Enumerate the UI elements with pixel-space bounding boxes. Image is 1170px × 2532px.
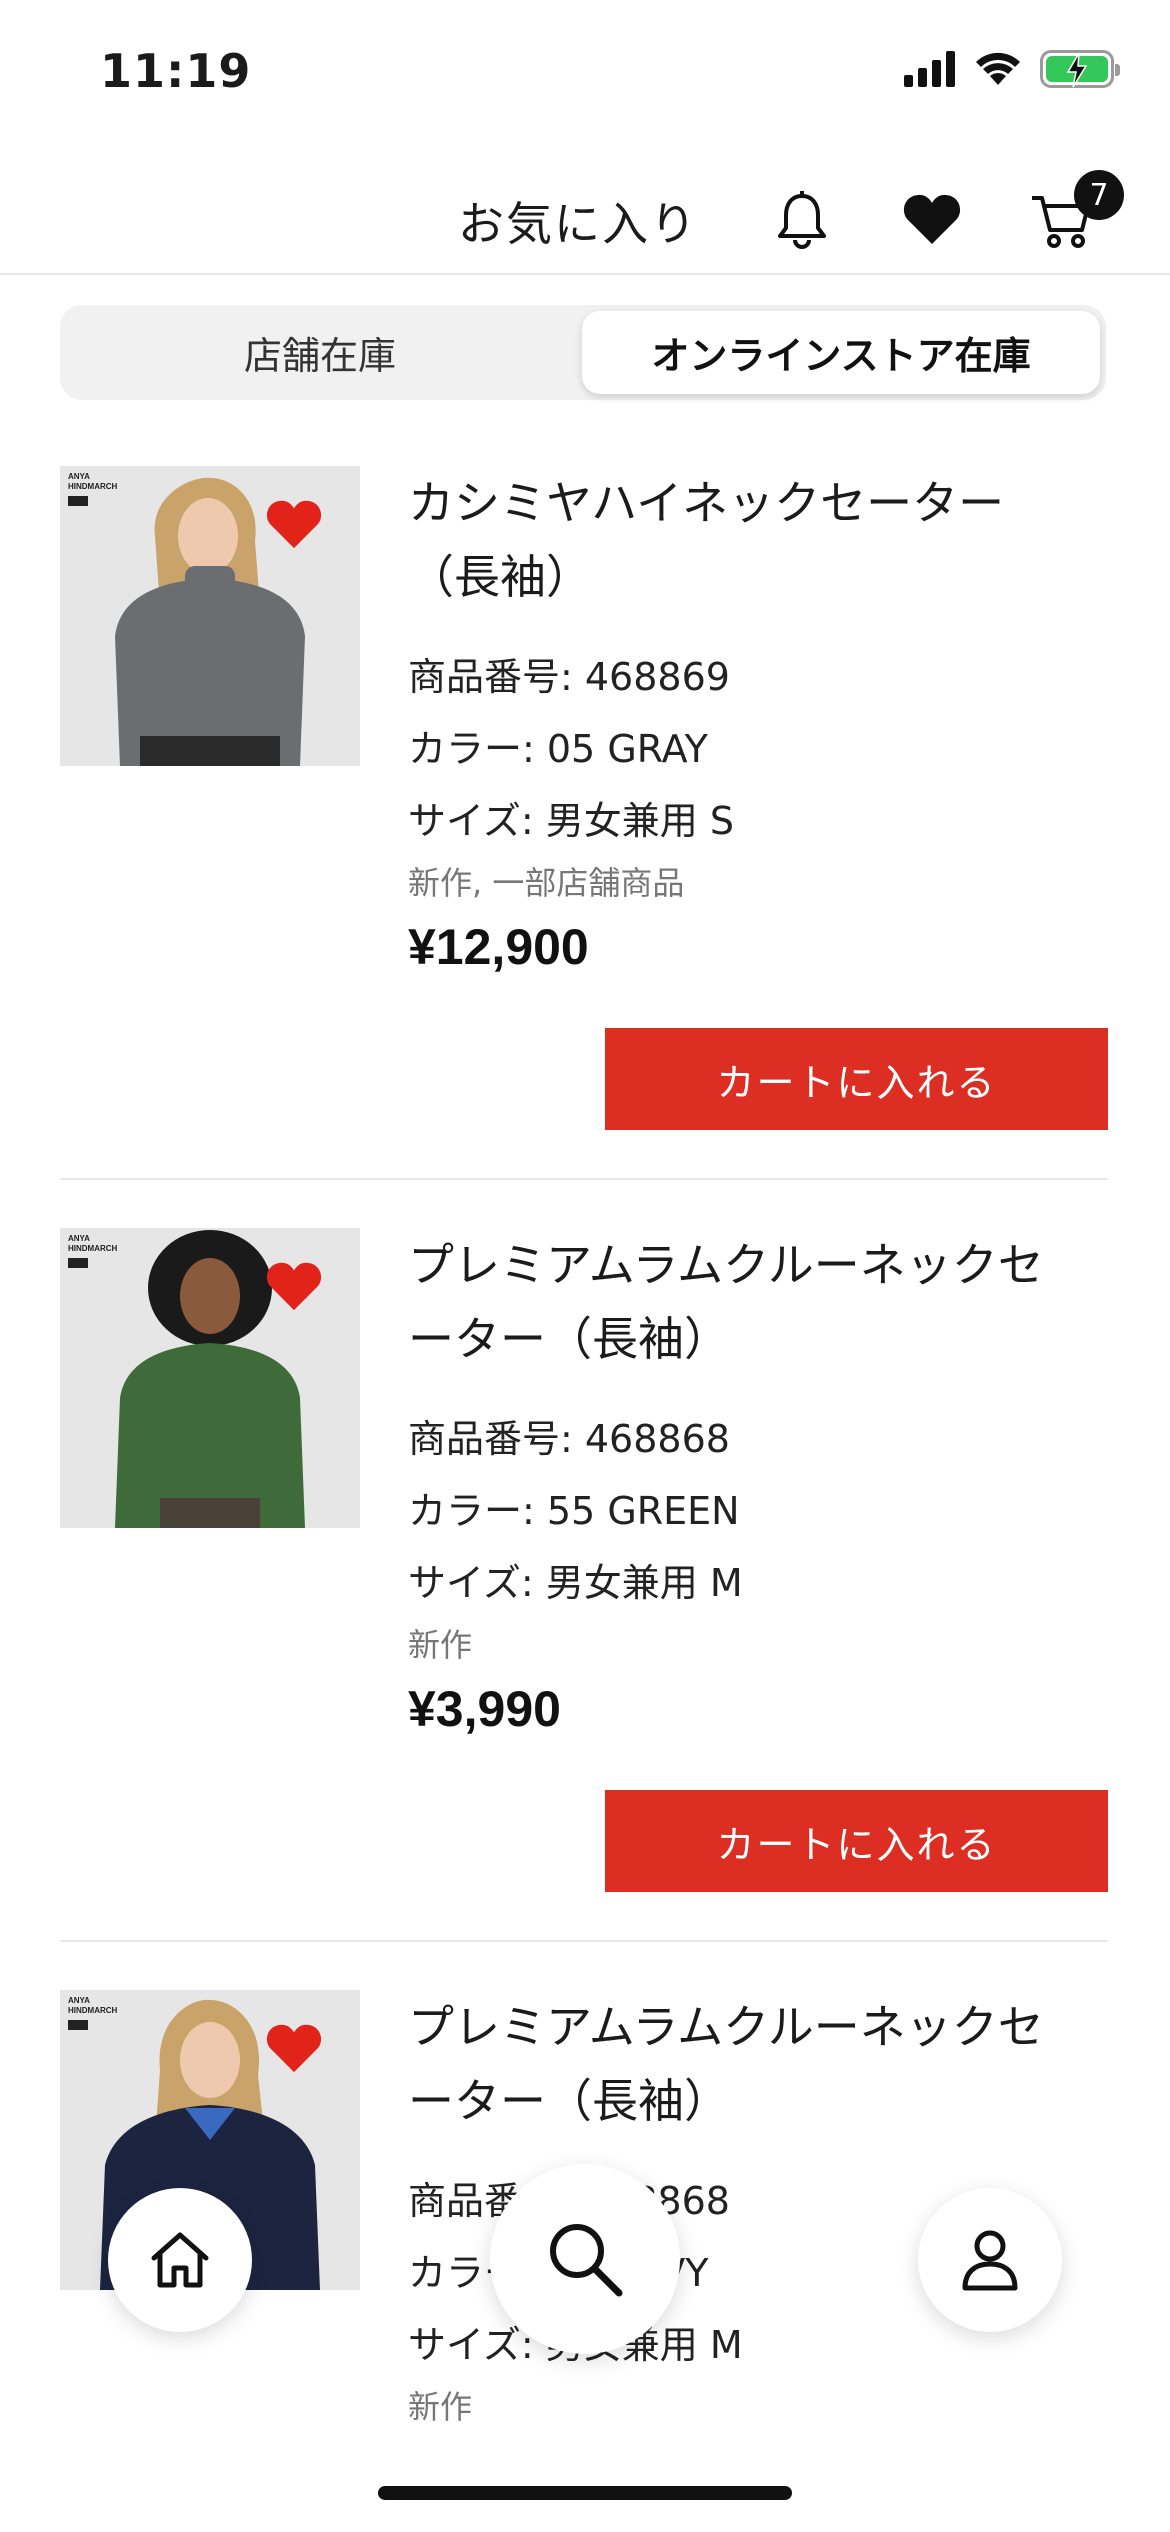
cellular-signal-icon <box>904 51 955 87</box>
favorite-heart-icon[interactable] <box>265 496 323 550</box>
brand-logo: ANYA HINDMARCH <box>68 472 117 509</box>
search-button[interactable] <box>490 2164 680 2354</box>
product-tags: 新作 <box>408 2388 473 2426</box>
product-image[interactable]: ANYA HINDMARCH <box>60 1228 360 1528</box>
search-icon <box>550 2224 623 2297</box>
favorite-heart-icon[interactable] <box>265 1258 323 1312</box>
product-tags: 新作 <box>408 1626 473 1664</box>
product-size: サイズ: 男女兼用 S <box>408 799 734 843</box>
favorite-heart-icon[interactable] <box>265 2020 323 2074</box>
product-size: サイズ: 男女兼用 M <box>408 1561 743 1605</box>
tab-online-stock[interactable]: オンラインストア在庫 <box>582 311 1100 394</box>
product-name[interactable]: プレミアムラムクルーネックセ ーター（長袖） <box>408 1228 1088 1376</box>
product-item[interactable]: ANYA HINDMARCH カシミヤハイネックセーター （長袖） 商品番号: 4… <box>0 466 1170 1166</box>
brand-logo: ANYA HINDMARCH <box>68 1234 117 1271</box>
product-number: 商品番号: 468869 <box>408 655 730 699</box>
add-to-cart-button[interactable]: カートに入れる <box>605 1028 1108 1130</box>
product-name[interactable]: プレミアムラムクルーネックセ ーター（長袖） <box>408 1990 1088 2138</box>
divider <box>60 1178 1108 1180</box>
add-to-cart-button[interactable]: カートに入れる <box>605 1790 1108 1892</box>
home-indicator <box>378 2486 792 2500</box>
page-title: お気に入り <box>458 197 698 251</box>
account-button[interactable] <box>918 2188 1062 2332</box>
product-tags: 新作, 一部店舗商品 <box>408 864 685 902</box>
status-time: 11:19 <box>100 44 252 98</box>
stock-tabs: 店舗在庫 オンラインストア在庫 <box>60 305 1106 400</box>
divider <box>60 1940 1108 1942</box>
status-bar: 11:19 <box>0 0 1170 150</box>
header: お気に入り 7 <box>0 160 1170 275</box>
favorites-heart-icon[interactable] <box>902 190 962 246</box>
product-name[interactable]: カシミヤハイネックセーター （長袖） <box>408 466 1088 614</box>
home-button[interactable] <box>108 2188 252 2332</box>
account-icon <box>962 2230 1018 2291</box>
tab-store-stock[interactable]: 店舗在庫 <box>60 305 580 400</box>
product-price: ¥12,900 <box>408 919 589 975</box>
brand-logo: ANYA HINDMARCH <box>68 1996 117 2033</box>
battery-icon <box>1040 50 1120 88</box>
product-color: カラー: 55 GREEN <box>408 1489 740 1533</box>
product-price: ¥3,990 <box>408 1681 561 1737</box>
home-icon <box>151 2232 209 2288</box>
product-number: 商品番号: 468868 <box>408 1417 730 1461</box>
notification-bell-icon[interactable] <box>774 190 830 250</box>
wifi-icon <box>976 52 1020 85</box>
product-image[interactable]: ANYA HINDMARCH <box>60 466 360 766</box>
product-item[interactable]: ANYA HINDMARCH プレミアムラムクルーネックセ ーター（長袖） 商品番… <box>0 1228 1170 1928</box>
cart-count-badge: 7 <box>1074 170 1124 220</box>
status-icons <box>904 50 1120 88</box>
product-color: カラー: 05 GRAY <box>408 727 708 771</box>
